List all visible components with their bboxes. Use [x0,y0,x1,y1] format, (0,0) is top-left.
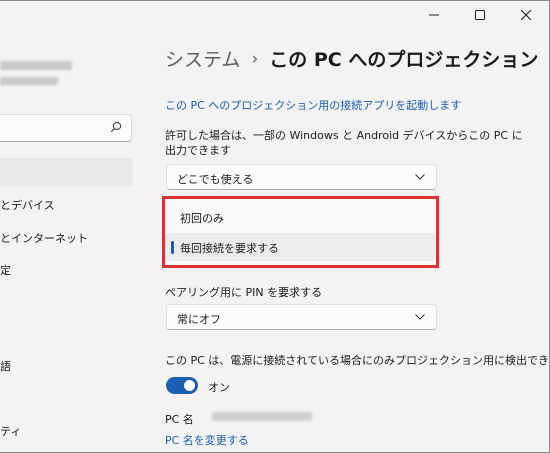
chevron-down-icon [415,314,425,320]
nav-item-network[interactable]: とインターネット [0,230,88,246]
allow-projection-dropdown-value: どこでも使える [177,173,254,186]
search-icon [110,121,122,133]
allow-projection-description: 許可した場合は、一部の Windows と Android デバイスからこの P… [165,129,523,157]
nav-item-personalization[interactable]: 定 [0,262,11,278]
account-email-blurred [0,77,58,85]
page-title: この PC へのプロジェクション [269,49,539,71]
settings-window: とデバイス とインターネット 定 語 ティ システム › この PC へのプロジ… [0,0,550,453]
nav-item-devices[interactable]: とデバイス [0,197,55,213]
launch-connect-app-link[interactable]: この PC へのプロジェクション用の接続アプリを起動します [165,97,461,113]
toggle-knob [184,380,195,391]
navigation-pane: とデバイス とインターネット 定 語 ティ [0,1,142,453]
power-discovery-toggle[interactable] [166,377,198,394]
rename-pc-link[interactable]: PC 名を変更する [165,432,249,448]
nav-item-system-selected[interactable] [0,158,133,187]
breadcrumb-parent-system[interactable]: システム [165,45,240,72]
account-name-blurred [0,61,72,70]
pin-pairing-label: ペアリング用に PIN を要求する [165,286,323,299]
breadcrumb-separator-icon: › [251,48,259,69]
pc-name-label: PC 名 [165,413,194,426]
highlight-annotation-box [162,196,439,268]
breadcrumb: システム › この PC へのプロジェクション [165,45,538,72]
nav-item-accessibility[interactable]: ティ [0,423,21,439]
nav-item-language[interactable]: 語 [0,358,11,374]
main-content: システム › この PC へのプロジェクション この PC へのプロジェクション… [142,1,550,453]
pin-pairing-dropdown-value: 常にオフ [177,313,221,326]
chevron-down-icon [415,174,425,180]
settings-search-box[interactable] [0,114,132,142]
power-discovery-toggle-state: オン [208,381,230,394]
pin-pairing-dropdown[interactable]: 常にオフ [166,304,437,330]
allow-projection-dropdown[interactable]: どこでも使える [166,164,437,190]
power-discovery-label: この PC は、電源に接続されている場合にのみプロジェクション用に検出できます [165,354,550,367]
pc-name-value-blurred [212,412,312,421]
